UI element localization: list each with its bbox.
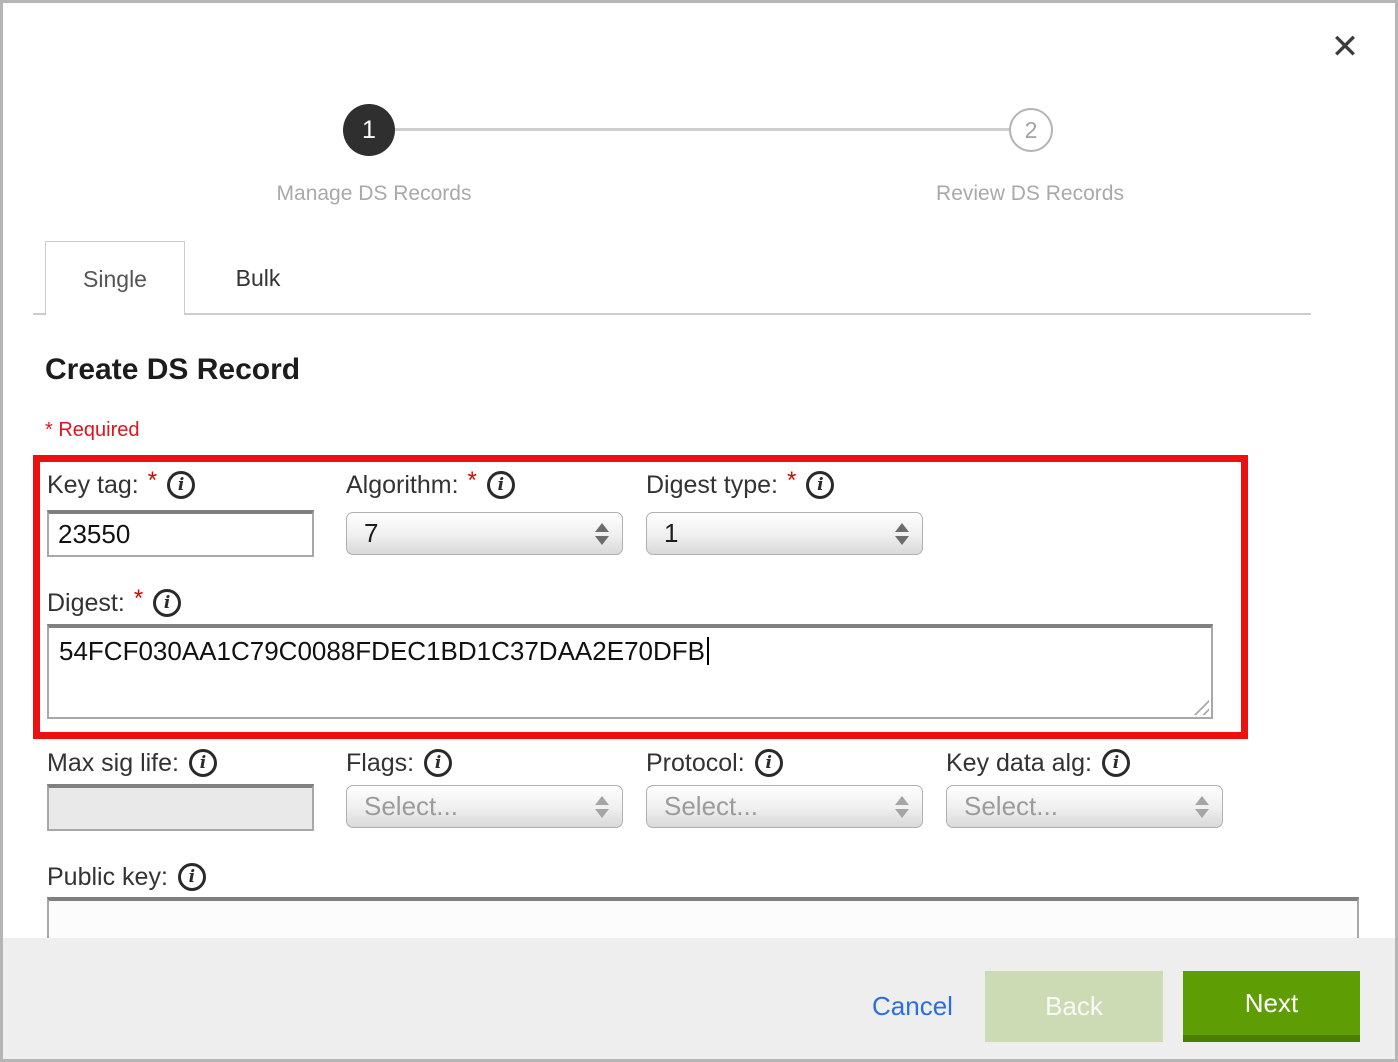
select-arrows-icon <box>595 523 609 545</box>
flags-label-row: Flags: i <box>346 747 452 779</box>
page-title: Create DS Record <box>45 353 300 387</box>
required-marker: * <box>468 467 477 495</box>
step-2-label: Review DS Records <box>870 182 1190 206</box>
close-icon[interactable]: ✕ <box>1323 25 1367 69</box>
select-arrows-icon <box>895 523 909 545</box>
stepper-connector-line <box>369 128 1031 131</box>
protocol-label-row: Protocol: i <box>646 747 783 779</box>
digest-type-label-row: Digest type: * i <box>646 469 834 501</box>
digest-label-row: Digest: * i <box>47 587 181 619</box>
max-sig-life-label-row: Max sig life: i <box>47 747 217 779</box>
algorithm-select-value: 7 <box>364 518 595 549</box>
info-icon[interactable]: i <box>153 589 181 617</box>
required-marker: * <box>787 467 796 495</box>
info-icon[interactable]: i <box>424 749 452 777</box>
key-tag-label-row: Key tag: * i <box>47 469 195 501</box>
required-marker: * <box>134 585 143 613</box>
key-data-alg-select-value: Select... <box>964 791 1195 822</box>
digest-type-select[interactable]: 1 <box>646 512 923 555</box>
tab-bulk[interactable]: Bulk <box>185 241 331 315</box>
text-caret <box>707 637 709 665</box>
digest-type-select-value: 1 <box>664 518 895 549</box>
info-icon[interactable]: i <box>178 863 206 891</box>
create-ds-record-modal: ✕ 1 2 Manage DS Records Review DS Record… <box>0 0 1398 1062</box>
key-tag-input[interactable] <box>47 510 314 557</box>
flags-select-value: Select... <box>364 791 595 822</box>
key-tag-label: Key tag: <box>47 471 139 500</box>
max-sig-life-input <box>47 784 314 831</box>
algorithm-label: Algorithm: <box>346 471 459 500</box>
public-key-label: Public key: <box>47 863 168 892</box>
key-data-alg-select[interactable]: Select... <box>946 785 1223 828</box>
info-icon[interactable]: i <box>167 471 195 499</box>
digest-value: 54FCF030AA1C79C0088FDEC1BD1C37DAA2E70DFB <box>59 636 705 666</box>
protocol-select[interactable]: Select... <box>646 785 923 828</box>
resize-handle-icon[interactable] <box>1190 696 1209 715</box>
info-icon[interactable]: i <box>487 471 515 499</box>
select-arrows-icon <box>895 796 909 818</box>
step-2-circle: 2 <box>1009 108 1053 152</box>
select-arrows-icon <box>595 796 609 818</box>
back-button: Back <box>985 971 1163 1042</box>
flags-label: Flags: <box>346 749 414 778</box>
info-icon[interactable]: i <box>1102 749 1130 777</box>
algorithm-select[interactable]: 7 <box>346 512 623 555</box>
tab-single[interactable]: Single <box>45 241 185 315</box>
step-1-circle: 1 <box>343 104 395 156</box>
max-sig-life-label: Max sig life: <box>47 749 179 778</box>
protocol-label: Protocol: <box>646 749 745 778</box>
step-1-label: Manage DS Records <box>214 182 534 206</box>
digest-type-label: Digest type: <box>646 471 778 500</box>
cancel-link[interactable]: Cancel <box>872 991 953 1022</box>
digest-label: Digest: <box>47 589 125 618</box>
required-marker: * <box>148 467 157 495</box>
next-button[interactable]: Next <box>1183 971 1360 1042</box>
required-note: * Required <box>45 419 140 442</box>
info-icon[interactable]: i <box>189 749 217 777</box>
info-icon[interactable]: i <box>755 749 783 777</box>
flags-select[interactable]: Select... <box>346 785 623 828</box>
algorithm-label-row: Algorithm: * i <box>346 469 515 501</box>
protocol-select-value: Select... <box>664 791 895 822</box>
key-data-alg-label-row: Key data alg: i <box>946 747 1130 779</box>
key-data-alg-label: Key data alg: <box>946 749 1092 778</box>
public-key-label-row: Public key: i <box>47 861 206 893</box>
public-key-textarea[interactable] <box>47 897 1359 941</box>
digest-textarea[interactable]: 54FCF030AA1C79C0088FDEC1BD1C37DAA2E70DFB <box>47 624 1213 719</box>
select-arrows-icon <box>1195 796 1209 818</box>
info-icon[interactable]: i <box>806 471 834 499</box>
